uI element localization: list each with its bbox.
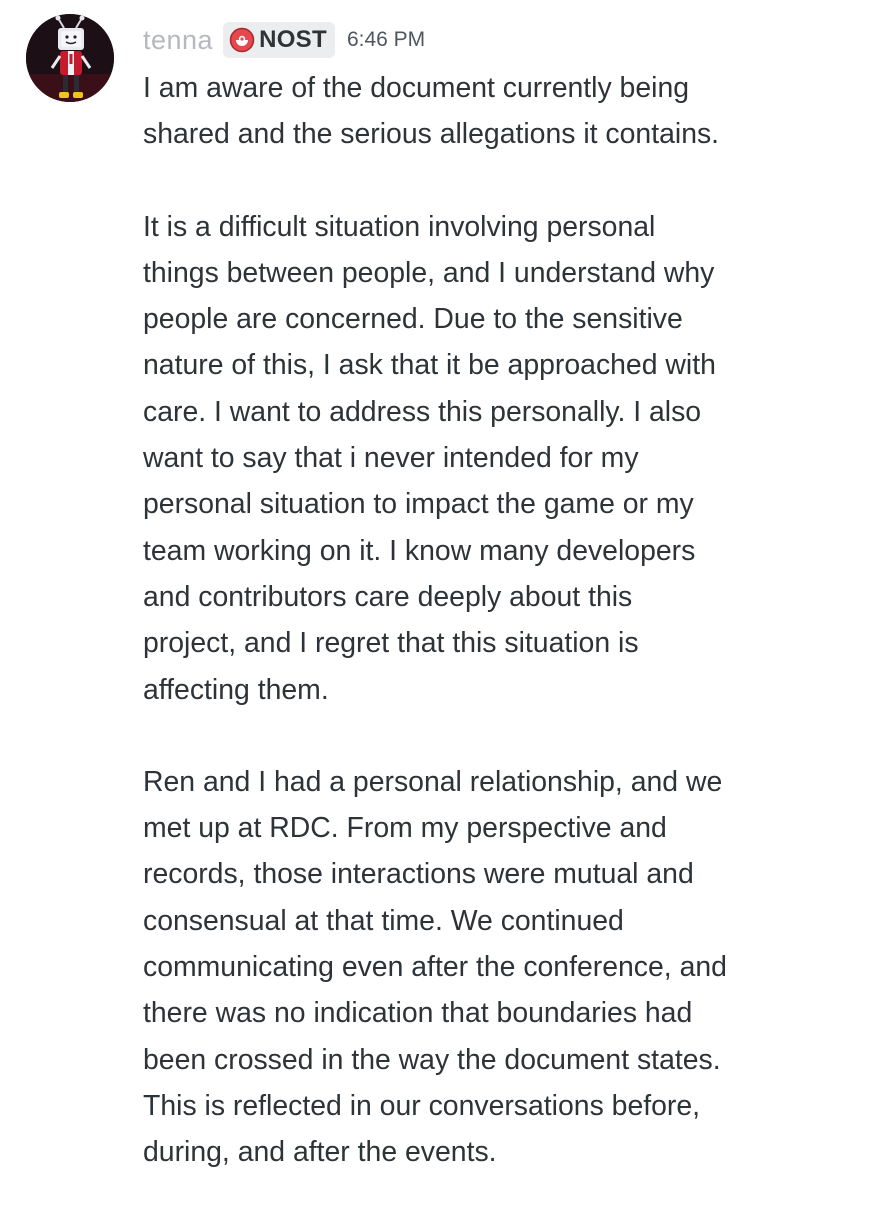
tag-label: NOST bbox=[259, 26, 327, 53]
text-line: team working on it. I know many develope… bbox=[143, 534, 696, 567]
text-line: project, and I regret that this situatio… bbox=[143, 627, 639, 660]
text-line: been crossed in the way the document sta… bbox=[143, 1043, 721, 1076]
message-header: tenna NOST 6:46 PM bbox=[143, 18, 425, 62]
text-line: affecting them. bbox=[143, 673, 329, 706]
username[interactable]: tenna bbox=[143, 25, 213, 56]
text-line: people are concerned. Due to the sensiti… bbox=[143, 303, 683, 336]
text-line: I am aware of the document currently bei… bbox=[143, 72, 690, 104]
text-line: It is a difficult situation involving pe… bbox=[143, 210, 656, 243]
text-line: there was no indication that boundaries … bbox=[143, 997, 693, 1030]
text-line: This is reflected in our conversations b… bbox=[143, 1089, 701, 1122]
text-line: shared and the serious allegations it co… bbox=[143, 118, 720, 151]
text-line: nature of this, I ask that it be approac… bbox=[143, 349, 716, 382]
text-line: met up at RDC. From my perspective and bbox=[143, 812, 667, 845]
message-paragraph: It is a difficult situation involving pe… bbox=[143, 204, 863, 713]
text-line: consensual at that time. We continued bbox=[143, 904, 624, 937]
text-line: things between people, and I understand … bbox=[143, 256, 715, 289]
avatar-image bbox=[26, 14, 114, 102]
text-line: and contributors care deeply about this bbox=[143, 580, 633, 613]
server-tag[interactable]: NOST bbox=[223, 22, 335, 58]
text-line: want to say that i never intended for my bbox=[143, 442, 639, 475]
text-line: Ren and I had a personal relationship, a… bbox=[143, 765, 723, 798]
text-line: personal situation to impact the game or… bbox=[143, 488, 694, 521]
text-line: communicating even after the conference,… bbox=[143, 951, 727, 984]
message-content: I am aware of the document currently bei… bbox=[143, 65, 863, 1222]
user-avatar[interactable] bbox=[26, 14, 114, 102]
tag-icon bbox=[229, 27, 255, 53]
message-paragraph: Ren and I had a personal relationship, a… bbox=[143, 759, 863, 1176]
message-timestamp[interactable]: 6:46 PM bbox=[347, 28, 425, 52]
chat-message: tenna NOST 6:46 PM I am aware of the doc… bbox=[0, 0, 870, 1200]
text-line: records, those interactions were mutual … bbox=[143, 858, 694, 891]
text-line: care. I want to address this personally.… bbox=[143, 395, 702, 428]
message-paragraph: I am aware of the document currently bei… bbox=[143, 65, 863, 158]
text-line: during, and after the events. bbox=[143, 1136, 497, 1169]
